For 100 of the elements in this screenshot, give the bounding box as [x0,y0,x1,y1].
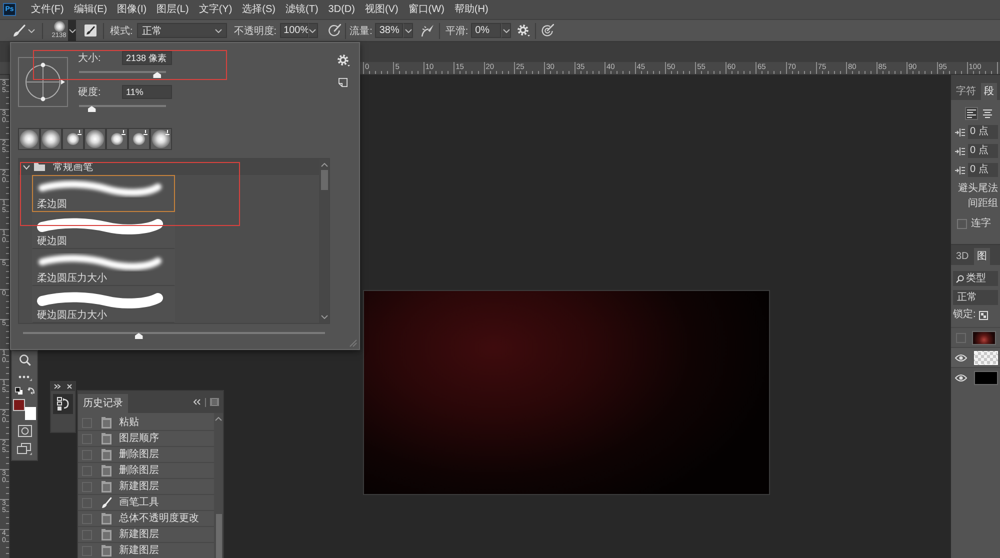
page-icon[interactable] [338,78,348,87]
menu-item[interactable]: 图层(L) [156,2,189,18]
brush-settings-icon[interactable] [84,24,97,37]
eye-icon[interactable] [955,354,967,362]
menu-item[interactable]: 图像(I) [117,2,147,18]
indent-field[interactable]: 0 点 [968,125,998,139]
caret-icon [28,28,35,32]
size-field[interactable]: 2138 像素 [122,51,172,65]
pen-circle-icon[interactable] [328,24,341,37]
menu-item[interactable]: 视图(V) [364,2,398,18]
airbrush-icon[interactable] [421,24,434,37]
color-swatch[interactable] [25,407,36,420]
mode-label: 模式: [110,24,133,38]
more-icon[interactable] [18,375,32,381]
swap-arrows-icon[interactable] [27,386,36,395]
recent-brush-button[interactable] [62,128,84,150]
menu-item[interactable]: 文件(F) [31,2,64,18]
history-item[interactable]: 粘贴 [78,415,214,431]
smoothing-field[interactable]: 0% [471,23,502,38]
dropdown-button[interactable] [68,20,76,41]
screen-mode-icon[interactable] [17,443,32,455]
pressure-badge-icon [143,130,148,135]
history-panel-button[interactable] [53,394,73,414]
slider-thumb[interactable] [153,72,162,78]
panel-tab[interactable]: 图 [974,248,990,265]
layer-row[interactable] [951,367,1000,387]
quick-mask-icon[interactable] [18,425,32,437]
soft-brush-icon [152,130,170,148]
layer-row[interactable] [951,347,1000,367]
gear-icon[interactable] [336,54,350,67]
align-button[interactable] [965,107,978,120]
expand-arrows-icon[interactable] [54,384,61,389]
history-item[interactable]: 删除图层 [78,447,214,463]
menu-item[interactable]: 帮助(H) [454,2,488,18]
recent-brush-button[interactable] [150,128,172,150]
scroll-up-icon[interactable] [320,163,328,167]
blend-mode-dropdown[interactable]: 正常 [953,290,998,305]
brush-preset[interactable]: 柔边圆 [32,175,175,212]
hyphenate-checkbox[interactable] [957,219,967,229]
document-icon [101,480,112,492]
indent-field[interactable]: 0 点 [968,144,998,158]
slider-thumb[interactable] [88,106,96,112]
dropdown-button[interactable] [403,23,414,38]
indent-field[interactable]: 0 点 [968,163,998,177]
history-item[interactable]: 新建图层 [78,543,214,558]
scrollbar-thumb[interactable] [216,514,222,558]
layer-filter-field[interactable]: 类型 [953,271,998,286]
scrollbar-thumb[interactable] [320,170,328,190]
slider-thumb[interactable] [134,333,143,339]
panel-tab[interactable]: 段 [981,83,997,100]
menu-item[interactable]: 窗口(W) [408,2,444,18]
default-colors-icon[interactable] [15,386,23,394]
history-item[interactable]: 画笔工具 [78,495,214,511]
panel-tab[interactable]: 3D [953,248,972,265]
scrollbar[interactable] [319,159,329,323]
document-icon [101,464,112,476]
history-item[interactable]: 新建图层 [78,479,214,495]
gear-icon[interactable] [517,24,530,37]
brush-angle-dial[interactable] [18,57,68,107]
recent-brush-button[interactable] [128,128,150,150]
recent-brush-button[interactable] [18,128,40,150]
pen-circle-icon[interactable] [541,24,554,37]
close-icon[interactable] [67,384,72,389]
history-item[interactable]: 总体不透明度更改 [78,511,214,527]
opacity-label: 不透明度: [234,24,277,38]
align-button[interactable] [981,107,994,120]
resize-grip-icon[interactable] [349,339,357,347]
panel-tab[interactable]: 历史记录 [78,394,128,413]
menu-item[interactable]: 选择(S) [242,2,276,18]
dropdown-button[interactable] [308,23,318,38]
dropdown-button[interactable] [501,23,512,38]
menu-item[interactable]: 编辑(E) [74,2,108,18]
caret-icon [502,28,510,32]
checker-icon[interactable] [978,310,988,320]
scroll-up-icon[interactable] [215,417,222,421]
document-icon [101,432,112,444]
history-item[interactable]: 删除图层 [78,463,214,479]
scroll-down-icon[interactable] [320,315,328,319]
history-item[interactable]: 新建图层 [78,527,214,543]
color-swatch[interactable] [13,399,25,411]
opacity-field[interactable]: 100% [280,23,308,38]
menu-item[interactable]: 滤镜(T) [286,2,318,18]
scrollbar[interactable] [214,413,223,558]
hardness-field[interactable]: 11% [122,85,172,99]
recent-brush-button[interactable] [84,128,106,150]
search-icon [956,274,964,282]
panel-tab[interactable]: 字符 [953,83,979,100]
history-item[interactable]: 图层顺序 [78,431,214,447]
brush-stroke-icon [35,216,165,236]
mode-dropdown[interactable]: 正常 [136,23,227,38]
magnifier-icon[interactable] [18,354,30,366]
flow-field[interactable]: 38% [375,23,404,38]
recent-brush-button[interactable] [40,128,62,150]
menu-item[interactable]: 3D(D) [328,2,355,18]
recent-brush-button[interactable] [106,128,128,150]
menu-item[interactable]: 文字(Y) [198,2,232,18]
collapse-arrows-icon[interactable] [193,399,201,405]
soft-brush-icon [86,130,104,148]
eye-icon[interactable] [955,374,967,382]
tool-preset-button[interactable] [12,24,35,38]
